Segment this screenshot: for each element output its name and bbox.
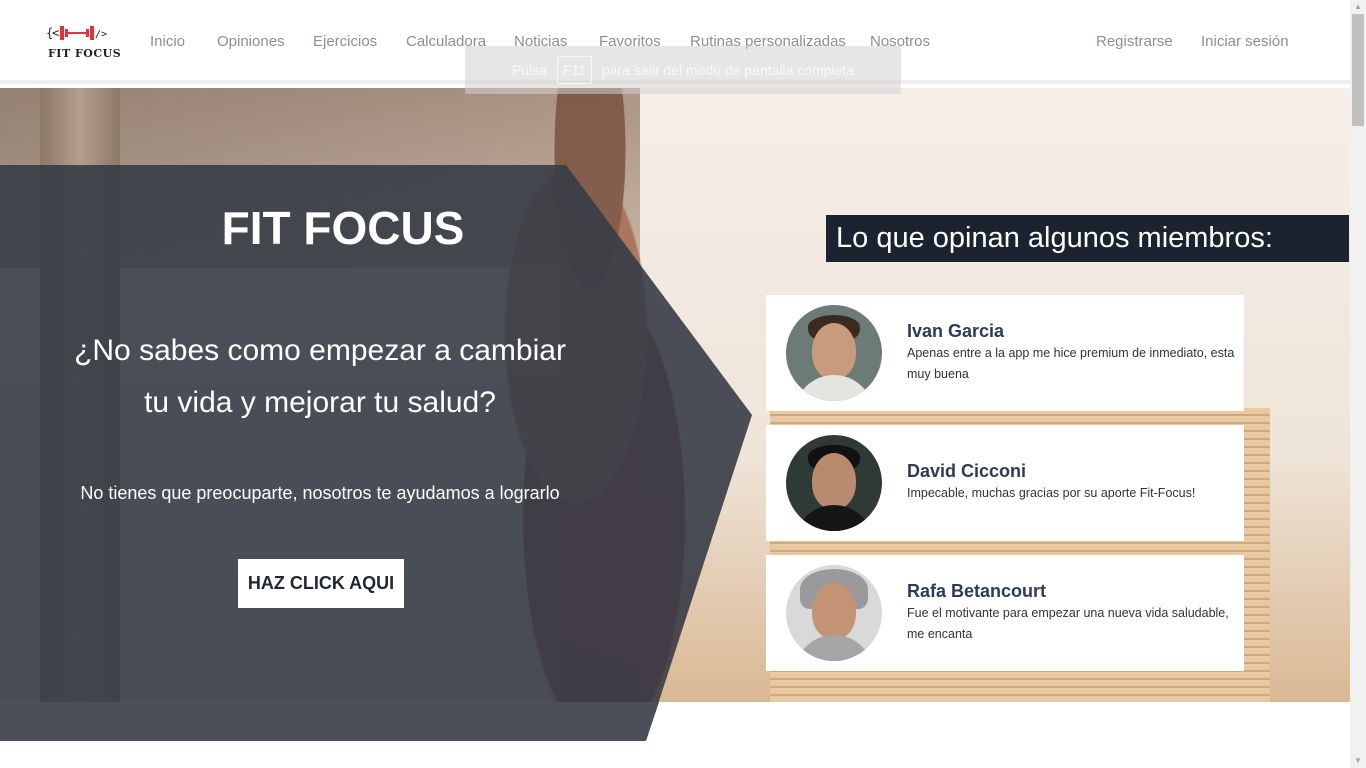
fullscreen-notice: Pulsa F11 para salir del modo de pantall… <box>465 46 901 94</box>
testimonial-name: Ivan Garcia <box>907 321 1005 341</box>
hero-subtitle: No tienes que preocuparte, nosotros te a… <box>80 483 560 503</box>
hero-question: ¿No sabes como empezar a cambiar tu vida… <box>40 325 600 429</box>
avatar <box>786 435 882 531</box>
scroll-down-icon[interactable]: ▼ <box>1350 754 1366 768</box>
scroll-up-icon[interactable]: ▲ <box>1350 0 1366 14</box>
fullscreen-notice-before: Pulsa <box>511 62 547 78</box>
register-link[interactable]: Registrarse <box>1096 33 1173 50</box>
login-link[interactable]: Iniciar sesión <box>1201 33 1289 50</box>
testimonial-card: Rafa Betancourt Fue el motivante para em… <box>766 555 1244 671</box>
nav-link-ejercicios[interactable]: Ejercicios <box>313 33 377 50</box>
testimonial-name: David Cicconi <box>907 461 1027 481</box>
avatar <box>786 565 882 661</box>
brand-name: FIT FOCUS <box>48 47 122 60</box>
testimonial-quote: Apenas entre a la app me hice premium de… <box>907 346 1235 381</box>
hero-question-line2: tu vida y mejorar tu salud? <box>144 386 496 419</box>
hero-question-line1: ¿No sabes como empezar a cambiar <box>74 334 566 367</box>
testimonials-heading: Lo que opinan algunos miembros: <box>826 215 1349 262</box>
brand-logo[interactable]: { < /> FIT FOCUS <box>46 20 121 64</box>
svg-text:<: < <box>52 26 59 40</box>
testimonial-card: David Cicconi Impecable, muchas gracias … <box>766 425 1244 541</box>
testimonial-name: Rafa Betancourt <box>907 581 1047 601</box>
hero-title: FIT FOCUS <box>221 202 465 254</box>
dumbbell-icon: { < /> <box>46 26 107 40</box>
nav-link-opiniones[interactable]: Opiniones <box>217 33 285 50</box>
fullscreen-notice-after: para salir del modo de pantalla completa <box>601 62 855 78</box>
f11-key: F11 <box>556 56 592 84</box>
testimonial-quote: Fue el motivante para empezar una nueva … <box>907 606 1229 641</box>
svg-text:/>: /> <box>95 29 107 40</box>
cta-button[interactable]: HAZ CLICK AQUI <box>238 559 404 608</box>
testimonial-card: Ivan Garcia Apenas entre a la app me hic… <box>766 295 1244 411</box>
scrollbar-thumb[interactable] <box>1352 14 1364 126</box>
nav-link-inicio[interactable]: Inicio <box>150 33 185 50</box>
testimonial-quote: Impecable, muchas gracias por su aporte … <box>907 486 1196 500</box>
avatar <box>786 305 882 401</box>
